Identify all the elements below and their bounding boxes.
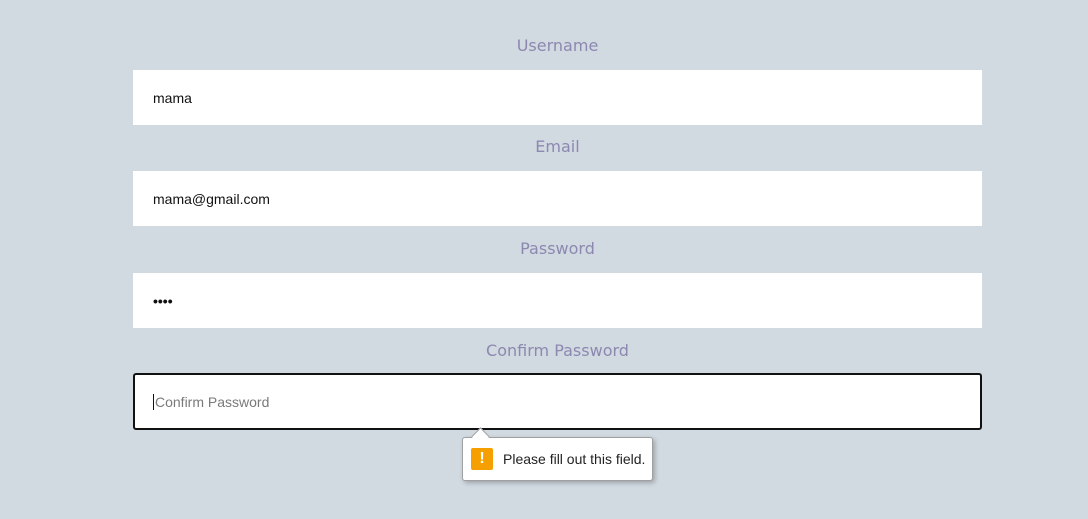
username-value: mama (153, 89, 192, 106)
password-input[interactable]: •••• (133, 273, 982, 328)
validation-tooltip: ! Please fill out this field. (462, 437, 653, 481)
password-label: Password (520, 239, 595, 258)
confirm-password-placeholder: Confirm Password (155, 393, 270, 410)
text-caret (153, 393, 154, 410)
confirm-password-input[interactable]: Confirm Password (133, 373, 982, 430)
password-masked-value: •••• (153, 292, 173, 309)
username-input[interactable]: mama (133, 70, 982, 125)
email-value: mama@gmail.com (153, 190, 270, 207)
warning-icon: ! (471, 448, 493, 470)
email-label: Email (535, 137, 580, 156)
username-label: Username (516, 36, 599, 55)
email-input[interactable]: mama@gmail.com (133, 171, 982, 226)
confirm-password-label: Confirm Password (486, 341, 629, 360)
validation-message: Please fill out this field. (503, 451, 646, 467)
warning-icon-glyph: ! (479, 450, 485, 467)
